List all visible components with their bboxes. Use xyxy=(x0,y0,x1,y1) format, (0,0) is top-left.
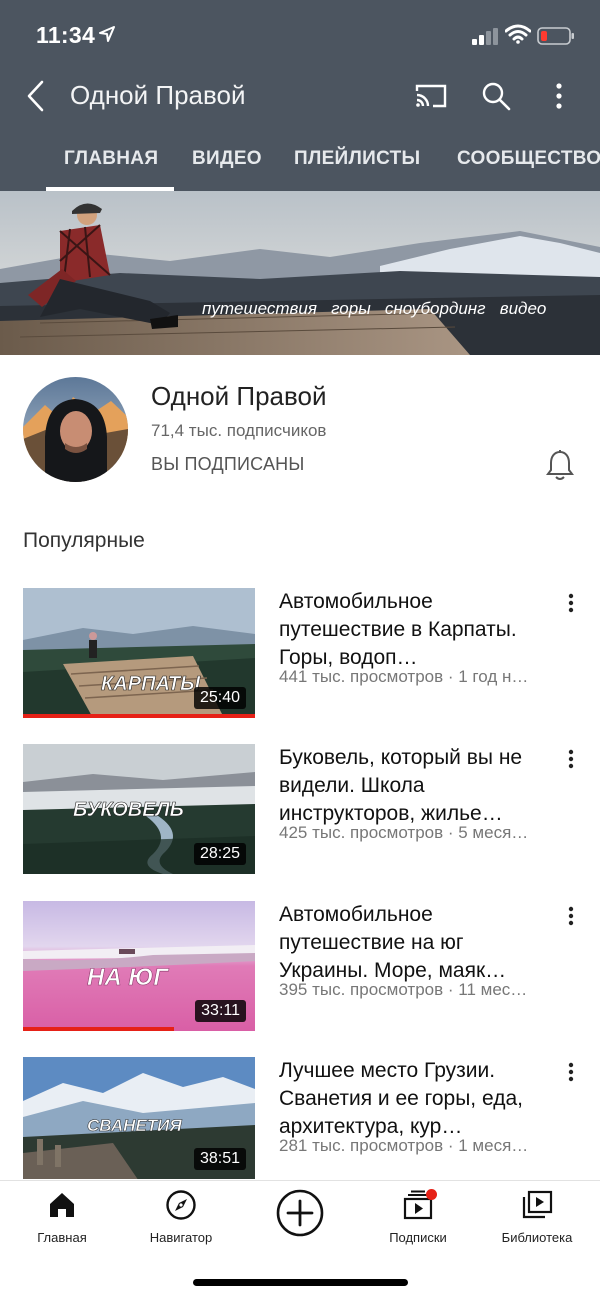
nav-create[interactable] xyxy=(245,1189,355,1249)
tab-videos[interactable]: ВИДЕО xyxy=(192,148,262,170)
location-arrow-icon xyxy=(99,26,115,42)
avatar-image xyxy=(23,377,128,482)
nav-library[interactable]: Библиотека xyxy=(482,1189,592,1249)
channel-banner: путешествия горы сноубординг видео xyxy=(0,191,600,355)
banner-image: путешествия горы сноубординг видео xyxy=(0,191,600,355)
more-vertical-icon xyxy=(568,749,574,769)
nav-explore[interactable]: Навигатор xyxy=(126,1189,236,1249)
compass-icon xyxy=(166,1190,196,1220)
video-title[interactable]: Автомобильное путешествие в Карпаты. Гор… xyxy=(279,588,544,672)
wifi-icon xyxy=(505,24,531,44)
nav-label: Главная xyxy=(37,1230,87,1245)
nav-subscriptions[interactable]: Подписки xyxy=(363,1189,473,1249)
video-thumbnail[interactable]: КАРПАТЫ 25:40 xyxy=(23,588,255,718)
video-menu-button[interactable] xyxy=(556,590,586,616)
nav-home[interactable]: Главная xyxy=(7,1189,117,1249)
video-item[interactable]: СВАНЕТИЯ 38:51 Лучшее место Грузии. Сван… xyxy=(0,1057,600,1189)
nav-label: Библиотека xyxy=(501,1230,573,1245)
notification-bell-button[interactable] xyxy=(542,447,578,483)
nav-label: Навигатор xyxy=(149,1230,213,1245)
video-item[interactable]: КАРПАТЫ 25:40 Автомобильное путешествие … xyxy=(0,588,600,720)
video-meta: 441 тыс. просмотров · 1 год н… xyxy=(279,667,529,686)
section-title-popular: Популярные xyxy=(23,529,145,552)
notification-dot xyxy=(426,1189,437,1200)
cast-icon xyxy=(415,84,447,108)
video-meta: 425 тыс. просмотров · 5 меся… xyxy=(279,823,529,842)
video-meta: 281 тыс. просмотров · 1 меся… xyxy=(279,1136,529,1155)
tab-playlists[interactable]: ПЛЕЙЛИСТЫ xyxy=(294,148,420,170)
channel-avatar[interactable] xyxy=(23,377,128,482)
add-circle-icon xyxy=(276,1189,324,1237)
video-menu-button[interactable] xyxy=(556,1059,586,1085)
banner-tagline: путешествия горы сноубординг видео xyxy=(202,299,546,318)
thumbnail-overlay-text: СВАНЕТИЯ xyxy=(87,1116,182,1135)
more-vertical-icon xyxy=(568,593,574,613)
home-indicator[interactable] xyxy=(193,1279,408,1286)
tab-community[interactable]: СООБЩЕСТВО xyxy=(457,148,600,170)
video-thumbnail[interactable]: СВАНЕТИЯ 38:51 xyxy=(23,1057,255,1179)
search-button[interactable] xyxy=(478,78,514,114)
channel-header: 11:34 Одной Правой ГЛАВНАЯ ВИДЕО ПЛЕЙЛИС… xyxy=(0,0,600,191)
video-thumbnail[interactable]: БУКОВЕЛЬ 28:25 xyxy=(23,744,255,874)
back-button[interactable] xyxy=(18,76,54,116)
video-duration: 25:40 xyxy=(193,687,246,709)
more-vertical-icon xyxy=(556,83,562,109)
video-menu-button[interactable] xyxy=(556,903,586,929)
battery-low-icon xyxy=(537,27,574,45)
video-duration: 38:51 xyxy=(193,1148,246,1170)
video-menu-button[interactable] xyxy=(556,746,586,772)
channel-name: Одной Правой xyxy=(151,381,327,411)
more-options-button[interactable] xyxy=(541,78,577,114)
app-bar: Одной Правой xyxy=(0,70,600,126)
video-meta: 395 тыс. просмотров · 11 мес… xyxy=(279,980,528,999)
nav-label: Подписки xyxy=(389,1230,447,1245)
video-item[interactable]: НА ЮГ 33:11 Автомобильное путешествие на… xyxy=(0,901,600,1033)
thumbnail-overlay-text: КАРПАТЫ xyxy=(101,673,201,695)
video-duration: 33:11 xyxy=(195,1000,246,1022)
bell-icon xyxy=(546,450,574,480)
subscribed-button[interactable]: ВЫ ПОДПИСАНЫ xyxy=(151,454,305,475)
video-title[interactable]: Буковель, который вы не видели. Школа ин… xyxy=(279,744,544,828)
subscriber-count: 71,4 тыс. подписчиков xyxy=(151,421,327,440)
more-vertical-icon xyxy=(568,1062,574,1082)
channel-tabs: ГЛАВНАЯ ВИДЕО ПЛЕЙЛИСТЫ СООБЩЕСТВО xyxy=(0,140,600,191)
video-item[interactable]: БУКОВЕЛЬ 28:25 Буковель, который вы не в… xyxy=(0,744,600,876)
channel-info: Одной Правой 71,4 тыс. подписчиков ВЫ ПО… xyxy=(0,355,600,505)
video-title[interactable]: Лучшее место Грузии. Сванетия и ее горы,… xyxy=(279,1057,544,1141)
thumbnail-overlay-text: НА ЮГ xyxy=(87,964,169,991)
home-icon xyxy=(50,1193,74,1217)
video-thumbnail[interactable]: НА ЮГ 33:11 xyxy=(23,901,255,1031)
library-icon xyxy=(522,1190,553,1219)
back-icon xyxy=(27,80,44,112)
watch-progress-bar xyxy=(23,1027,174,1031)
cellular-signal-icon xyxy=(472,28,498,45)
search-icon xyxy=(482,82,511,111)
video-duration: 28:25 xyxy=(193,843,246,865)
tab-home[interactable]: ГЛАВНАЯ xyxy=(64,148,158,170)
page-title: Одной Правой xyxy=(70,80,246,110)
status-bar: 11:34 xyxy=(0,0,600,70)
more-vertical-icon xyxy=(568,906,574,926)
status-time: 11:34 xyxy=(36,22,96,48)
video-title[interactable]: Автомобильное путешествие на юг Украины.… xyxy=(279,901,544,985)
thumbnail-overlay-text: БУКОВЕЛЬ xyxy=(73,799,184,821)
watch-progress-bar xyxy=(23,714,255,718)
cast-button[interactable] xyxy=(413,80,449,112)
